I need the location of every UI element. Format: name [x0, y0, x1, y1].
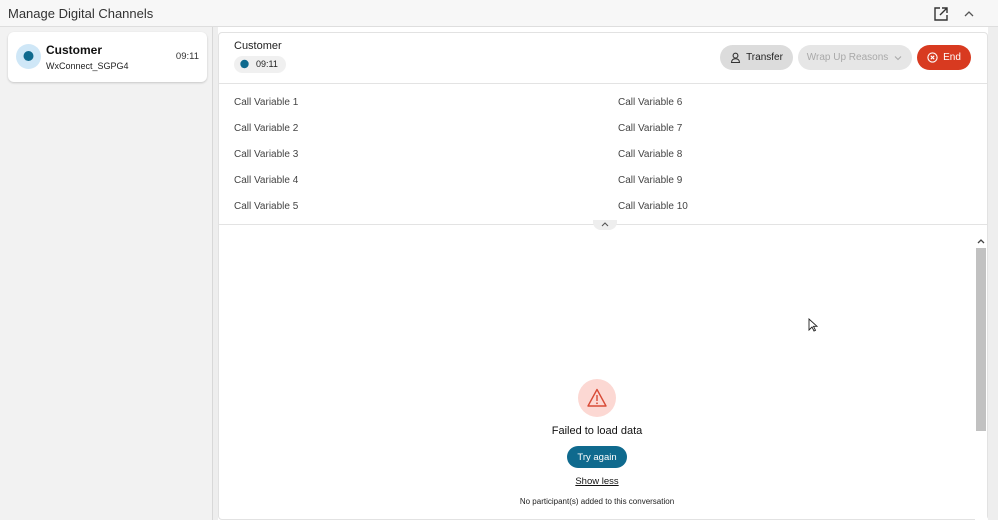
chevron-down-icon	[894, 55, 902, 60]
right-gutter	[988, 27, 998, 520]
close-circle-icon	[927, 52, 938, 63]
show-less-link[interactable]: Show less	[219, 476, 975, 487]
wrap-up-reasons-dropdown[interactable]: Wrap Up Reasons	[798, 45, 912, 70]
window-title: Manage Digital Channels	[8, 6, 154, 21]
task-list-pane: Customer WxConnect_SGPG4 09:11	[0, 27, 213, 520]
call-variable: Call Variable 5	[234, 201, 299, 212]
transfer-button[interactable]: Transfer	[720, 45, 793, 70]
chat-bubble-icon	[240, 59, 249, 69]
person-icon	[731, 52, 741, 63]
collapse-variables-toggle[interactable]	[593, 220, 617, 230]
call-variable: Call Variable 6	[618, 97, 683, 108]
chevron-up-icon[interactable]	[962, 7, 976, 21]
task-card[interactable]: Customer WxConnect_SGPG4 09:11	[8, 32, 207, 82]
error-message: Failed to load data	[551, 425, 643, 437]
end-button[interactable]: End	[917, 45, 971, 70]
task-customer-name: Customer	[46, 43, 103, 57]
no-participants-note: No participant(s) added to this conversa…	[519, 497, 675, 506]
mouse-cursor-icon	[808, 318, 818, 332]
task-timer: 09:11	[175, 51, 199, 62]
wrap-up-label: Wrap Up Reasons	[806, 52, 889, 63]
chat-bubble-icon	[23, 51, 34, 61]
scroll-up-arrow-icon[interactable]	[976, 237, 986, 245]
chevron-up-icon	[601, 222, 609, 227]
call-variable: Call Variable 3	[234, 149, 299, 160]
warning-icon	[587, 388, 607, 407]
scrollbar-thumb[interactable]	[976, 248, 986, 431]
popout-icon[interactable]	[933, 6, 949, 22]
transfer-label: Transfer	[746, 52, 783, 63]
call-variable: Call Variable 4	[234, 175, 299, 186]
timer-value: 09:11	[256, 59, 278, 69]
chat-channel-avatar	[16, 44, 41, 69]
task-queue-name: WxConnect_SGPG4	[46, 61, 129, 71]
end-label: End	[943, 52, 961, 63]
call-variable: Call Variable 8	[618, 149, 683, 160]
title-bar: Manage Digital Channels	[0, 0, 998, 27]
call-variable: Call Variable 1	[234, 97, 299, 108]
call-variable: Call Variable 7	[618, 123, 683, 134]
interaction-panel: Customer 09:11 Transfer Wrap Up Reasons	[218, 32, 988, 520]
customer-name: Customer	[234, 40, 282, 52]
interaction-header: Customer 09:11 Transfer Wrap Up Reasons	[219, 33, 987, 84]
scrollbar[interactable]	[975, 235, 987, 520]
call-variable: Call Variable 2	[234, 123, 299, 134]
call-variable: Call Variable 9	[618, 175, 683, 186]
interaction-timer: 09:11	[234, 56, 286, 73]
warning-badge	[578, 379, 616, 417]
call-variable: Call Variable 10	[618, 201, 688, 212]
try-again-button[interactable]: Try again	[567, 446, 627, 468]
call-variables-panel: Call Variable 1 Call Variable 2 Call Var…	[219, 84, 987, 225]
